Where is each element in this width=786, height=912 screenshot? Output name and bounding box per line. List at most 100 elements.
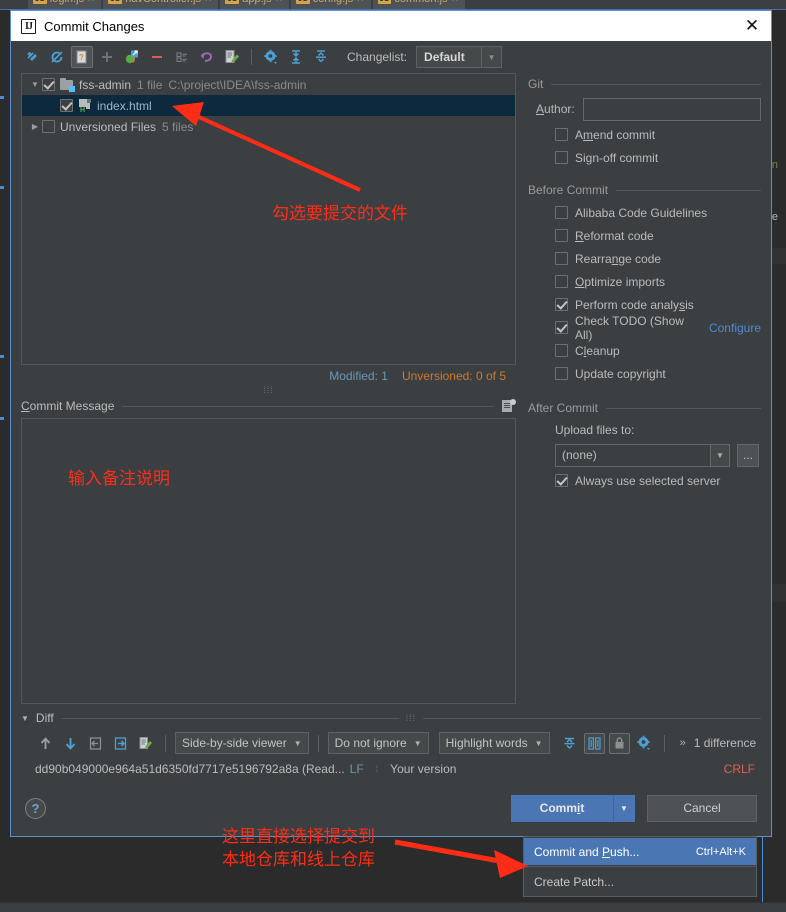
reformat-code-checkbox[interactable]: Reformat code (528, 224, 761, 247)
apply-left-icon[interactable] (85, 733, 106, 754)
chevron-down-icon[interactable]: ▼ (481, 47, 501, 67)
table-row[interactable]: H index.html (22, 95, 515, 116)
editor-left-marker (0, 96, 4, 99)
upload-server-combo[interactable]: (none) ▼ (555, 443, 730, 467)
menu-item-commit-and-push[interactable]: Commit and Push... Ctrl+Alt+K (524, 838, 756, 865)
chevron-down-icon[interactable]: ▼ (535, 739, 543, 748)
collapse-unchanged-icon[interactable] (559, 733, 580, 754)
amend-commit-checkbox[interactable]: Amend commit (528, 123, 761, 146)
next-difference-icon[interactable] (60, 733, 81, 754)
cancel-button[interactable]: Cancel (647, 794, 757, 822)
settings-icon[interactable] (260, 46, 282, 68)
before-commit-group: Before Commit Alibaba Code Guidelines Re… (528, 179, 761, 385)
menu-item-label: Create Patch... (534, 874, 615, 889)
table-row[interactable]: ▼ fss-admin 1 file C:\project\IDEA\fss-a… (22, 74, 515, 95)
diff-splitter-handle[interactable]: ⁞ (376, 764, 379, 774)
chevron-right-icon[interactable]: ▶ (28, 122, 42, 131)
sign-off-commit-checkbox[interactable]: Sign-off commit (528, 146, 761, 169)
group-by-icon[interactable]: ? (71, 46, 93, 68)
close-tab-icon[interactable]: ✕ (204, 0, 212, 5)
checkbox[interactable] (555, 229, 568, 242)
alibaba-code-guidelines-checkbox[interactable]: Alibaba Code Guidelines (528, 201, 761, 224)
editor-tab-label: common.js (394, 0, 447, 5)
changes-file-tree[interactable]: ▼ fss-admin 1 file C:\project\IDEA\fss-a… (21, 73, 516, 365)
chevron-down-icon[interactable]: ▼ (414, 739, 422, 748)
difference-count: 1 difference (693, 736, 757, 750)
highlight-mode-select[interactable]: Highlight words ▼ (438, 732, 550, 754)
rearrange-code-checkbox[interactable]: Rearrange code (528, 247, 761, 270)
table-row[interactable]: ▶ Unversioned Files 5 files (22, 116, 515, 137)
checkbox[interactable] (555, 151, 568, 164)
more-actions-icon[interactable]: » (680, 737, 686, 749)
move-to-changelist-icon[interactable] (121, 46, 143, 68)
close-tab-icon[interactable]: ✕ (356, 0, 364, 5)
set-active-changelist-icon[interactable] (171, 46, 193, 68)
close-tab-icon[interactable]: ✕ (451, 0, 459, 5)
changelist-combo[interactable]: Default ▼ (416, 46, 503, 68)
editor-tab[interactable]: JS config.js ✕ (291, 0, 371, 9)
expand-all-icon[interactable] (285, 46, 307, 68)
divider (423, 717, 762, 719)
close-tab-icon[interactable]: ✕ (275, 0, 283, 5)
checkbox[interactable] (555, 206, 568, 219)
splitter-handle[interactable]: ⁞⁞⁞ (406, 713, 417, 723)
chevron-down-icon[interactable]: ▼ (28, 80, 42, 89)
editor-tab[interactable]: JS app.js ✕ (220, 0, 289, 9)
checkbox[interactable] (555, 367, 568, 380)
viewer-mode-select[interactable]: Side-by-side viewer ▼ (175, 732, 309, 754)
checkbox[interactable] (555, 344, 568, 357)
gear-icon[interactable] (634, 733, 655, 754)
editor-tab[interactable]: JS login.js ✕ (28, 0, 102, 9)
row-checkbox[interactable] (42, 78, 55, 91)
ignore-mode-select[interactable]: Do not ignore ▼ (327, 732, 429, 754)
check-todo-checkbox[interactable]: Check TODO (Show All) Configure (528, 314, 761, 342)
read-only-lock-icon[interactable] (608, 732, 630, 754)
editor-tab-label: login.js (50, 0, 84, 5)
chevron-down-icon[interactable]: ▼ (710, 444, 729, 466)
message-history-icon[interactable] (501, 399, 516, 413)
synchronize-scrolling-icon[interactable] (583, 732, 605, 754)
checkbox[interactable] (555, 275, 568, 288)
browse-servers-button[interactable]: ... (737, 443, 759, 467)
apply-right-icon[interactable] (110, 733, 131, 754)
optimize-imports-checkbox[interactable]: Optimize imports (528, 270, 761, 293)
add-changelist-icon[interactable] (96, 46, 118, 68)
html-file-icon: H (78, 98, 92, 114)
commit-dropdown-button[interactable]: ▼ (613, 794, 635, 822)
checkbox[interactable] (555, 252, 568, 265)
editor-tab[interactable]: JS navController.js ✕ (103, 0, 219, 9)
delete-changelist-icon[interactable] (146, 46, 168, 68)
show-diff-icon[interactable] (21, 46, 43, 68)
annotation-note-3: 这里直接选择提交到 本地仓库和线上仓库 (222, 827, 375, 870)
checkbox[interactable] (555, 128, 568, 141)
editor-tab[interactable]: JS common.js ✕ (372, 0, 465, 9)
diff-section-header[interactable]: ▼ Diff ⁞⁞⁞ (21, 708, 762, 728)
checkbox[interactable] (555, 298, 568, 311)
checkbox[interactable] (555, 474, 568, 487)
author-field[interactable] (582, 97, 761, 121)
configure-link[interactable]: Configure (709, 321, 761, 335)
menu-item-create-patch[interactable]: Create Patch... (524, 868, 756, 895)
diff-section: ▼ Diff ⁞⁞⁞ Side-by-side viewer ▼ Do not … (11, 708, 771, 780)
row-checkbox[interactable] (42, 120, 55, 133)
splitter-handle[interactable]: ⁞⁞⁞ (21, 386, 516, 396)
row-checkbox[interactable] (60, 99, 73, 112)
close-tab-icon[interactable]: ✕ (87, 0, 95, 5)
commit-message-input[interactable] (21, 418, 516, 704)
edit-source-icon[interactable] (135, 733, 156, 754)
help-button[interactable]: ? (25, 797, 46, 819)
cleanup-checkbox[interactable]: Cleanup (528, 339, 761, 362)
checkbox[interactable] (555, 321, 568, 334)
close-icon[interactable]: ✕ (739, 14, 765, 38)
rollback-icon[interactable] (196, 46, 218, 68)
chevron-down-icon[interactable]: ▼ (294, 739, 302, 748)
refresh-changes-icon[interactable] (46, 46, 68, 68)
previous-difference-icon[interactable] (35, 733, 56, 754)
always-use-selected-server-checkbox[interactable]: Always use selected server (528, 469, 761, 492)
commit-button[interactable]: Commit (511, 794, 613, 822)
collapse-all-icon[interactable] (310, 46, 332, 68)
edit-source-icon[interactable] (221, 46, 243, 68)
chevron-down-icon[interactable]: ▼ (21, 714, 29, 723)
folder-icon (60, 78, 75, 92)
update-copyright-checkbox[interactable]: Update copyright (528, 362, 761, 385)
